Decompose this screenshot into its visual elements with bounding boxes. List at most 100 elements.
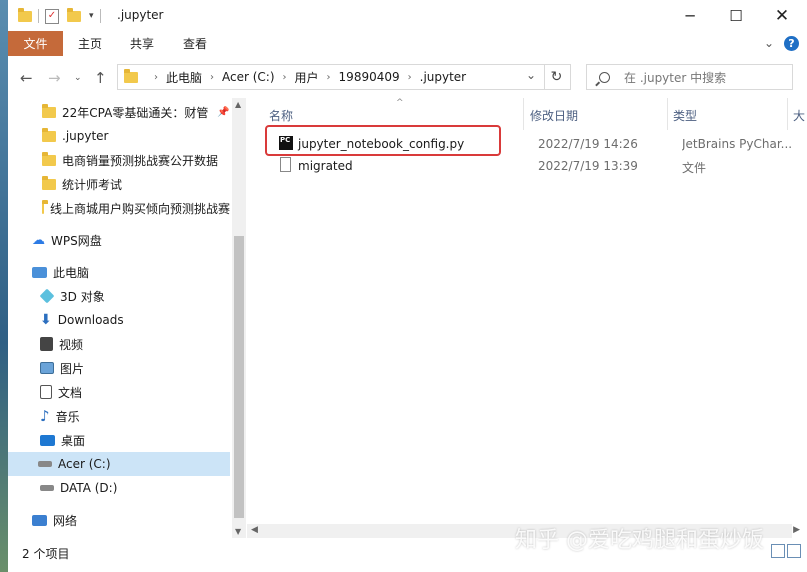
desktop-icon xyxy=(40,434,55,446)
quick-access-item[interactable]: .jupyter xyxy=(42,124,230,148)
expand-ribbon-chevron-icon[interactable]: ⌄ xyxy=(764,36,774,51)
sort-ascending-icon: ^ xyxy=(396,98,404,108)
breadcrumb: › 此电脑 › Acer (C:) › 用户 › 19890409 › .jup… xyxy=(146,65,466,89)
properties-check-icon[interactable]: ✓ xyxy=(45,8,59,24)
breadcrumb-separator-icon[interactable]: › xyxy=(327,72,331,83)
customize-toolbar-chevron-icon[interactable]: ▾ xyxy=(89,11,94,21)
quick-access-toolbar: ✓ ▾ xyxy=(18,7,107,25)
computer-icon xyxy=(32,266,47,278)
quick-access-item[interactable]: 统计师考试 xyxy=(42,172,230,196)
back-arrow-icon[interactable]: ← xyxy=(20,69,33,87)
nav-item-music[interactable]: ♪ 音乐 xyxy=(40,404,230,428)
picture-icon xyxy=(40,362,54,374)
quick-access-item[interactable]: 22年CPA零基础通关：财管 xyxy=(42,100,230,124)
search-icon xyxy=(599,71,610,83)
folder-icon xyxy=(42,175,56,190)
help-icon[interactable]: ? xyxy=(784,36,799,51)
nav-item-3d-objects[interactable]: 3D 对象 xyxy=(40,284,230,308)
pin-icon[interactable]: 📌 xyxy=(217,107,229,118)
address-bar[interactable]: › 此电脑 › Acer (C:) › 用户 › 19890409 › .jup… xyxy=(117,64,545,90)
tab-home[interactable]: 主页 xyxy=(78,31,102,56)
nav-item-wps[interactable]: ☁ WPS网盘 xyxy=(32,228,230,252)
nav-item-label: WPS网盘 xyxy=(51,233,102,248)
breadcrumb-separator-icon[interactable]: › xyxy=(283,72,287,83)
navigation-pane: 22年CPA零基础通关：财管 📌 .jupyter 电商销量预测挑战赛公开数据 … xyxy=(8,98,246,538)
nav-item-videos[interactable]: 视频 xyxy=(40,332,230,356)
item-count: 2 个项目 xyxy=(22,547,70,561)
nav-scrollbar[interactable]: ▲ ▼ xyxy=(232,98,246,538)
drive-c-icon xyxy=(38,461,52,467)
music-note-icon: ♪ xyxy=(40,407,50,425)
nav-item-this-pc[interactable]: 此电脑 xyxy=(32,260,230,284)
large-icons-view-icon[interactable] xyxy=(787,544,801,558)
folder-icon xyxy=(124,69,138,83)
folder-icon xyxy=(42,103,56,118)
nav-item-pictures[interactable]: 图片 xyxy=(40,356,230,380)
breadcrumb-item[interactable]: 此电脑 xyxy=(166,69,202,86)
quick-access-item[interactable]: 电商销量预测挑战赛公开数据 xyxy=(42,148,230,172)
breadcrumb-separator-icon[interactable]: › xyxy=(408,72,412,83)
file-date: 2022/7/19 14:26 xyxy=(538,137,638,151)
folder-icon xyxy=(42,127,56,142)
nav-item-label: 22年CPA零基础通关：财管 xyxy=(62,105,209,120)
up-arrow-icon[interactable]: ↑ xyxy=(94,69,107,87)
nav-item-desktop[interactable]: 桌面 xyxy=(40,428,230,452)
breadcrumb-item[interactable]: Acer (C:) xyxy=(222,70,275,84)
explorer-window: ✓ ▾ .jupyter ─ ☐ ✕ 文件 主页 共享 查看 ⌄ ? ← → ⌄… xyxy=(8,0,807,572)
column-header-type[interactable]: 类型 xyxy=(673,107,697,124)
nav-item-drive-d[interactable]: DATA (D:) xyxy=(40,476,230,500)
column-header-date[interactable]: 修改日期 xyxy=(530,107,578,124)
file-type: JetBrains PyChar... xyxy=(682,137,792,151)
column-header-name[interactable]: 名称 xyxy=(269,107,293,124)
close-button[interactable]: ✕ xyxy=(759,0,805,31)
blank-file-icon xyxy=(280,157,291,172)
folder-icon xyxy=(42,199,48,214)
tab-share[interactable]: 共享 xyxy=(130,31,154,56)
breadcrumb-separator-icon[interactable]: › xyxy=(210,72,214,83)
search-box[interactable]: 在 .jupyter 中搜索 xyxy=(586,64,793,90)
nav-item-label: 音乐 xyxy=(55,409,80,424)
forward-arrow-icon[interactable]: → xyxy=(48,69,61,87)
nav-item-drive-c[interactable]: Acer (C:) xyxy=(8,452,230,476)
tab-view[interactable]: 查看 xyxy=(183,31,207,56)
network-icon xyxy=(32,514,47,526)
watermark-text: 知乎 @爱吃鸡腿和蛋炒饭 xyxy=(515,528,764,553)
quick-access-item[interactable]: 线上商城用户购买倾向预测挑战赛 xyxy=(42,196,230,220)
nav-item-label: 文档 xyxy=(58,385,83,400)
nav-item-label: 桌面 xyxy=(61,433,86,448)
navigation-bar: ← → ⌄ ↑ › 此电脑 › Acer (C:) › 用户 › 1989040… xyxy=(8,56,807,98)
file-date: 2022/7/19 13:39 xyxy=(538,159,638,173)
address-dropdown-chevron-icon[interactable]: ⌄ xyxy=(526,68,536,82)
nav-item-label: 电商销量预测挑战赛公开数据 xyxy=(62,153,219,168)
file-name: migrated xyxy=(298,159,353,173)
refresh-button[interactable]: ↻ xyxy=(543,64,571,90)
minimize-button[interactable]: ─ xyxy=(667,0,713,31)
new-folder-icon[interactable] xyxy=(67,7,81,22)
nav-item-documents[interactable]: 文档 xyxy=(40,380,230,404)
annotation-highlight-box xyxy=(265,125,501,156)
column-header-size[interactable]: 大 xyxy=(793,107,805,124)
document-icon xyxy=(40,385,52,399)
scroll-down-arrow-icon[interactable]: ▼ xyxy=(235,527,241,536)
scroll-right-arrow-icon[interactable]: ▶ xyxy=(793,525,800,535)
scroll-up-arrow-icon[interactable]: ▲ xyxy=(235,100,241,109)
recent-locations-chevron-icon[interactable]: ⌄ xyxy=(74,73,82,83)
search-input[interactable]: 在 .jupyter 中搜索 xyxy=(624,69,726,86)
cloud-icon: ☁ xyxy=(32,232,45,248)
maximize-button[interactable]: ☐ xyxy=(713,0,759,31)
scroll-left-arrow-icon[interactable]: ◀ xyxy=(251,525,258,535)
folder-icon xyxy=(42,151,56,166)
breadcrumb-item[interactable]: .jupyter xyxy=(420,70,467,84)
breadcrumb-item[interactable]: 19890409 xyxy=(339,70,400,84)
nav-item-label: 线上商城用户购买倾向预测挑战赛 xyxy=(49,201,230,216)
nav-item-label: 网络 xyxy=(53,513,78,528)
nav-item-network[interactable]: 网络 xyxy=(32,508,230,532)
file-row[interactable]: migrated 2022/7/19 13:39 文件 xyxy=(269,155,807,177)
nav-item-downloads[interactable]: ⬇ Downloads xyxy=(40,308,230,332)
tab-file[interactable]: 文件 xyxy=(8,31,63,56)
details-view-icon[interactable] xyxy=(771,544,785,558)
nav-item-label: 3D 对象 xyxy=(60,289,105,304)
scrollbar-thumb[interactable] xyxy=(234,236,244,518)
ribbon-tabs: 文件 主页 共享 查看 ⌄ ? xyxy=(8,31,807,57)
breadcrumb-item[interactable]: 用户 xyxy=(295,69,319,86)
